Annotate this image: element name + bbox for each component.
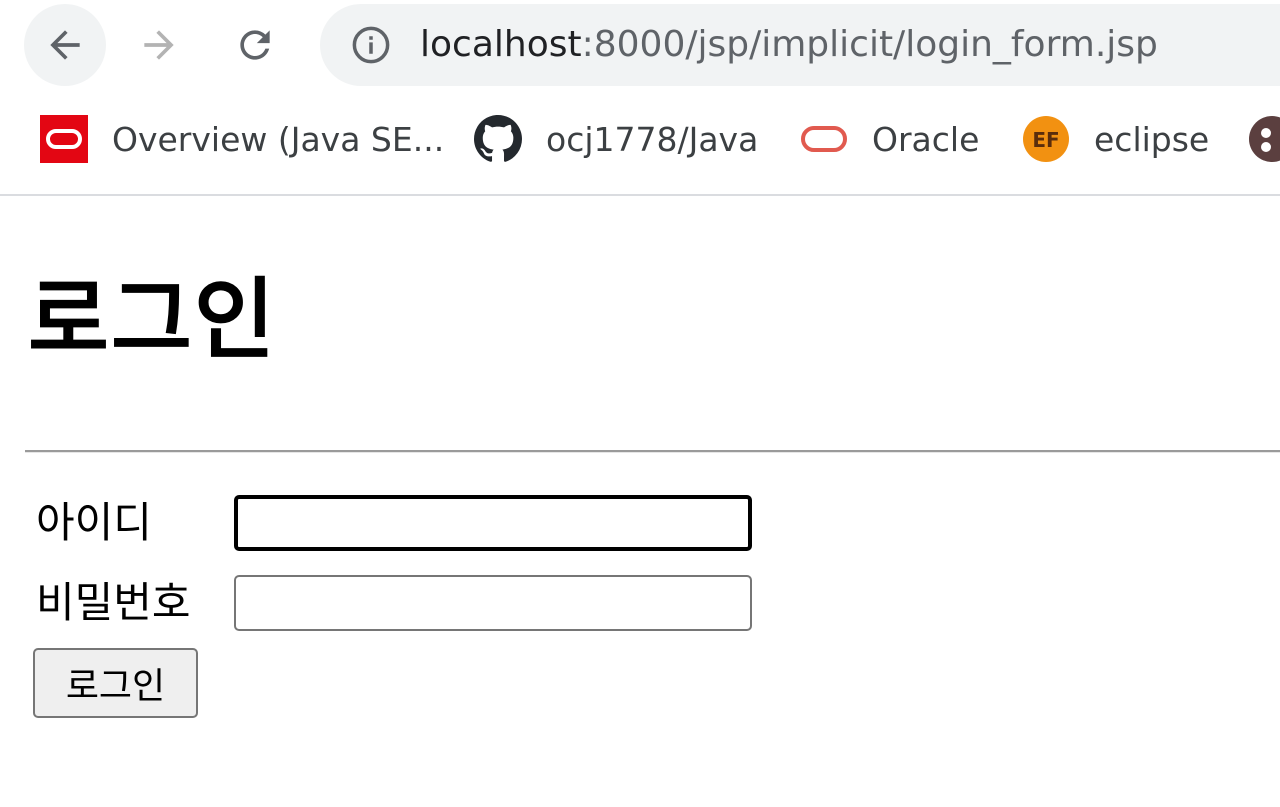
browser-toolbar: localhost:8000/jsp/implicit/login_form.j… [0,0,1280,94]
bookmark-overview-java[interactable]: Overview (Java SE... [40,100,444,178]
bookmark-github[interactable]: ocj1778/Java [474,100,758,178]
id-input[interactable] [234,495,752,551]
password-input[interactable] [234,575,752,631]
url-text[interactable]: localhost:8000/jsp/implicit/login_form.j… [420,4,1158,86]
page-content: 로그인 아이디 비밀번호 로그인 [0,196,1280,807]
reload-icon [240,30,270,60]
bookmark-label: Oracle [872,119,980,159]
bookmark-oracle[interactable]: Oracle [800,100,979,178]
arrow-right-icon [144,30,174,60]
url-host: localhost [420,24,582,65]
bookmark-eclipse[interactable]: EF eclipse [1022,100,1209,178]
arrow-left-icon [50,30,80,60]
bookmark-partial[interactable] [1248,100,1280,178]
divider [25,450,1280,453]
url-path: :8000/jsp/implicit/login_form.jsp [581,24,1158,65]
oracle-outline-icon [800,115,848,163]
bookmark-label: Overview (Java SE... [112,119,445,159]
info-icon[interactable] [350,24,392,66]
reload-button[interactable] [214,4,296,86]
partial-bookmark-icon [1248,115,1280,163]
oracle-icon [40,115,88,163]
bookmark-label: eclipse [1094,119,1210,159]
browser-chrome: localhost:8000/jsp/implicit/login_form.j… [0,0,1280,196]
ef-icon: EF [1022,115,1070,163]
page-title: 로그인 [28,268,277,371]
github-icon [474,115,522,163]
password-label: 비밀번호 [36,578,191,627]
address-bar[interactable]: localhost:8000/jsp/implicit/login_form.j… [320,4,1280,86]
bookmark-label: ocj1778/Java [546,119,759,159]
forward-button[interactable] [118,4,200,86]
login-button[interactable]: 로그인 [33,648,198,718]
id-label: 아이디 [36,498,152,547]
bookmarks-bar: Overview (Java SE... ocj1778/Java Oracle [0,100,1280,178]
ef-icon-text: EF [1032,128,1059,152]
back-button[interactable] [24,4,106,86]
